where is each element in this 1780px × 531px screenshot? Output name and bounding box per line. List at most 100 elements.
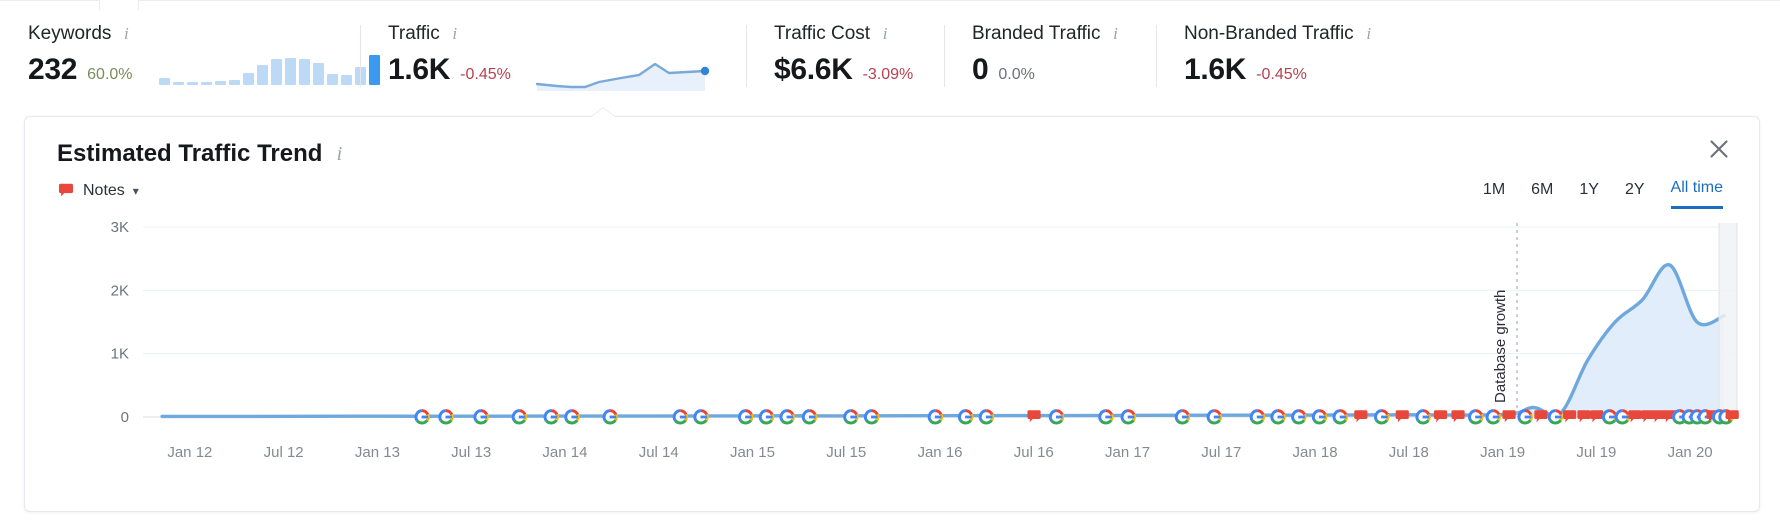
metric-label-row: Non-Branded Traffic i [1184,22,1456,46]
time-range-2y[interactable]: 2Y [1625,179,1645,208]
sparkbar [256,65,268,85]
x-axis-tick: Jan 16 [917,444,962,461]
info-icon[interactable]: i [120,25,132,42]
note-bubble-icon[interactable] [1534,410,1548,423]
series-line [160,263,1726,419]
google-g-icon[interactable] [1249,409,1266,425]
metric-value: 1.6K [388,53,451,86]
google-g-icon[interactable] [1547,409,1564,425]
google-g-icon[interactable] [1311,409,1328,425]
google-g-icon[interactable] [543,409,559,425]
note-bubble-icon[interactable] [1354,410,1368,423]
metric-value-row: 1.6K -0.45% [1184,53,1456,87]
time-range-1m[interactable]: 1M [1483,179,1505,208]
metric-card-keywords[interactable]: Keywords i 232 60.0% [0,22,380,88]
metric-card-branded-traffic[interactable]: Branded Traffic i 0 0.0% [944,22,1156,88]
x-axis-tick: Jul 14 [639,444,679,461]
google-g-icon[interactable] [564,409,580,425]
panel-pointer-notch [590,108,616,118]
time-range-6m[interactable]: 6M [1531,179,1553,208]
keywords-sparkbars [158,55,380,87]
google-g-icon[interactable] [473,409,489,425]
close-button[interactable] [1703,133,1735,165]
google-g-icon[interactable] [1614,409,1631,425]
note-bubble-icon[interactable] [1563,410,1577,423]
metric-card-traffic[interactable]: Traffic i 1.6K -0.45% [360,22,746,91]
google-g-icon[interactable] [1270,409,1286,425]
google-g-icon[interactable] [511,409,527,425]
google-g-icon[interactable] [1291,409,1307,425]
sparkbar [214,81,226,85]
metric-card-traffic-cost[interactable]: Traffic Cost i $6.6K -3.09% [746,22,944,88]
annotation-label: Database growth [1492,290,1509,403]
google-g-icon[interactable] [801,409,818,425]
metric-value-row: 0 0.0% [972,53,1156,87]
google-g-icon[interactable] [958,409,974,425]
note-bubble-icon[interactable] [1577,410,1591,423]
info-icon[interactable]: i [879,25,891,42]
google-g-icon[interactable] [1415,409,1431,425]
note-bubble-icon[interactable] [1395,410,1409,423]
note-bubble-icon[interactable] [1433,410,1448,423]
x-axis-tick: Jan 18 [1293,444,1338,461]
metric-card-non-branded-traffic[interactable]: Non-Branded Traffic i 1.6K -0.45% [1156,22,1456,88]
note-bubble-icon[interactable] [1502,410,1516,423]
info-icon[interactable]: i [333,144,345,164]
google-g-icon[interactable] [602,409,618,425]
metric-label-row: Traffic i [388,22,746,46]
info-icon[interactable]: i [449,25,461,42]
google-g-icon[interactable] [693,409,709,425]
chevron-down-icon: ▾ [132,184,139,198]
x-axis-tick: Jan 20 [1668,444,1713,461]
traffic-sparkline [535,53,715,96]
metric-delta: 0.0% [998,66,1035,83]
note-bubble-icon[interactable] [1590,410,1604,423]
sparkbar [242,73,254,85]
google-g-icon[interactable] [1517,409,1533,425]
google-g-icon[interactable] [779,409,795,425]
sparkbar [298,59,310,85]
google-g-icon[interactable] [438,409,454,425]
time-range-all-time[interactable]: All time [1670,177,1723,209]
y-axis-tick: 0 [121,409,129,426]
google-g-icon[interactable] [1098,409,1114,425]
google-g-icon[interactable] [1332,409,1348,425]
page-title: Estimated Traffic Trend i [57,139,345,169]
google-g-icon[interactable] [1048,409,1065,425]
x-axis-tick: Jul 13 [451,444,491,461]
google-g-icon[interactable] [1120,409,1136,425]
note-bubble-icon[interactable] [1451,410,1465,423]
x-axis-tick: Jul 16 [1014,444,1054,461]
tab-edge-left [0,0,100,10]
metric-value: 1.6K [1184,53,1247,86]
info-icon[interactable]: i [1363,25,1375,42]
x-axis-tick: Jul 17 [1201,444,1241,461]
sparkbar [340,75,352,85]
google-g-icon[interactable] [843,409,859,425]
google-g-icon[interactable] [1468,409,1484,425]
metric-label: Branded Traffic [972,23,1101,44]
info-icon[interactable]: i [1110,25,1122,42]
sparkbar [186,82,198,85]
note-bubble-icon[interactable] [1027,410,1041,423]
google-g-icon[interactable] [738,409,754,425]
google-g-icon[interactable] [758,409,775,425]
metric-delta: -3.09% [862,66,914,83]
note-bubble-icon[interactable] [1628,410,1642,423]
google-g-icon[interactable] [1174,409,1191,425]
notes-dropdown[interactable]: Notes ▾ [57,181,139,201]
google-g-icon[interactable] [927,409,944,425]
google-g-icon[interactable] [1206,409,1222,425]
sparkbar [270,59,282,85]
x-axis-tick: Jul 15 [826,444,866,461]
panel-title-text: Estimated Traffic Trend [57,140,323,167]
google-g-icon[interactable] [863,409,880,425]
sparkbar [326,74,338,85]
google-g-icon[interactable] [978,409,995,425]
google-g-icon[interactable] [672,409,688,425]
google-g-icon[interactable] [1374,409,1390,425]
metric-value: 0 [972,53,989,86]
google-g-icon[interactable] [1485,409,1501,425]
google-g-icon[interactable] [414,409,430,425]
time-range-1y[interactable]: 1Y [1579,179,1599,208]
